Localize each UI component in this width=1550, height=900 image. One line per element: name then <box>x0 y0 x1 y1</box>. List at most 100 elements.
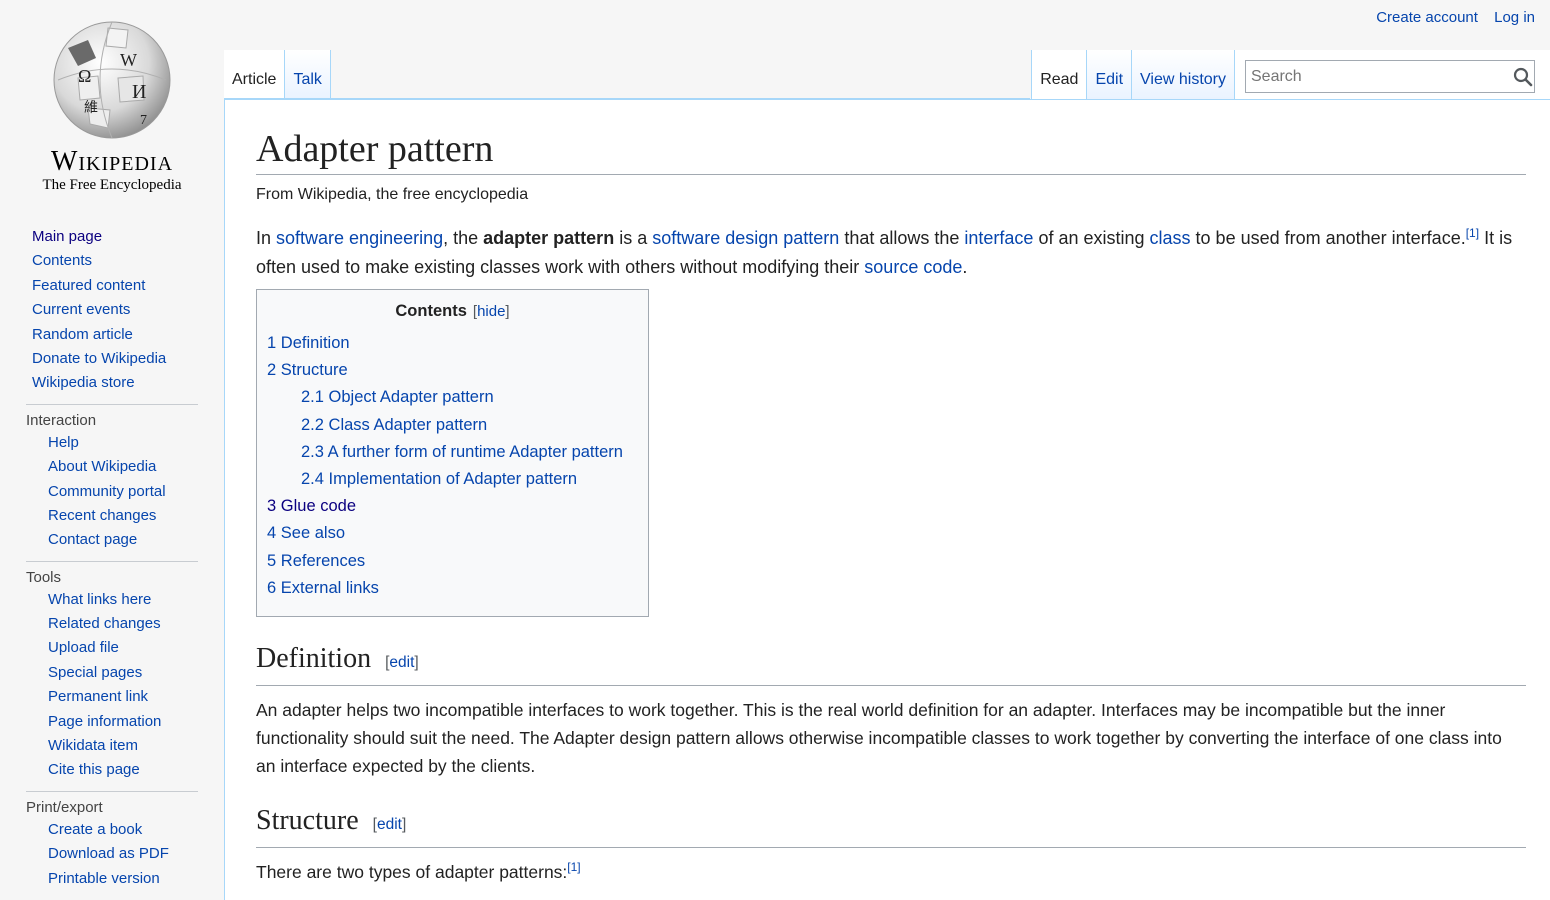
sidebar-item-random-article[interactable]: Random article <box>32 323 224 347</box>
edit-section-link[interactable]: edit <box>389 654 414 671</box>
toc-item[interactable]: 2 Structure <box>267 357 638 384</box>
sidebar-item-featured-content[interactable]: Featured content <box>32 274 224 298</box>
edit-section[interactable]: [edit] <box>373 816 407 833</box>
toc-text[interactable]: Structure <box>281 361 348 379</box>
magnifier-icon[interactable] <box>1512 66 1534 88</box>
sidebar-link[interactable]: Download as PDF <box>48 845 169 862</box>
reference-link[interactable]: [1] <box>567 860 580 874</box>
sidebar-item-help[interactable]: Help <box>48 431 224 455</box>
tab-view-history-label[interactable]: View history <box>1140 71 1226 88</box>
toc-number: 5 <box>267 551 277 570</box>
sidebar-item-cite-this-page[interactable]: Cite this page <box>48 758 224 782</box>
sidebar-link[interactable]: Page information <box>48 713 161 730</box>
edit-section-link[interactable]: edit <box>377 816 402 833</box>
toc-item[interactable]: 6 External links <box>267 575 638 602</box>
link-class[interactable]: class <box>1150 228 1191 248</box>
toc-text[interactable]: A further form of runtime Adapter patter… <box>328 443 623 461</box>
reference-link[interactable]: [1] <box>1466 226 1479 240</box>
tab-talk-label[interactable]: Talk <box>293 71 321 88</box>
toc-text[interactable]: External links <box>281 579 379 597</box>
toc-item[interactable]: 5 References <box>267 548 638 575</box>
sidebar-link[interactable]: Help <box>48 434 79 451</box>
wikipedia-logo[interactable]: Ω W И 維 7 Wikipedia The Free Encyclopedi… <box>0 0 224 210</box>
sidebar-item-printable-version[interactable]: Printable version <box>48 867 224 891</box>
sidebar-link[interactable]: Wikipedia store <box>32 374 135 391</box>
toc-list: 1 Definition 2 Structure 2.1 Object Adap… <box>267 330 638 602</box>
toc-toggle[interactable]: [hide] <box>473 303 510 320</box>
sidebar-link[interactable]: Permanent link <box>48 688 148 705</box>
edit-section[interactable]: [edit] <box>385 654 419 671</box>
sidebar-item-create-book[interactable]: Create a book <box>48 818 224 842</box>
sidebar-item-store[interactable]: Wikipedia store <box>32 371 224 395</box>
sidebar-item-about[interactable]: About Wikipedia <box>48 455 224 479</box>
sidebar-item-page-information[interactable]: Page information <box>48 710 224 734</box>
toc-item[interactable]: 3 Glue code <box>267 493 638 520</box>
sidebar-item-permanent-link[interactable]: Permanent link <box>48 685 224 709</box>
sidebar-link[interactable]: Cite this page <box>48 761 140 778</box>
link-interface[interactable]: interface <box>964 228 1033 248</box>
tab-article[interactable]: Article <box>224 50 286 99</box>
toc-text[interactable]: Class Adapter pattern <box>329 416 488 434</box>
toc-item[interactable]: 2.3 A further form of runtime Adapter pa… <box>267 439 638 466</box>
tab-read[interactable]: Read <box>1031 50 1088 99</box>
toc-text[interactable]: Definition <box>281 334 350 352</box>
sidebar-link[interactable]: Contact page <box>48 531 137 548</box>
sidebar-link[interactable]: Featured content <box>32 277 145 294</box>
text: of an existing <box>1033 228 1150 248</box>
sidebar-item-related-changes[interactable]: Related changes <box>48 612 224 636</box>
tab-edit-label[interactable]: Edit <box>1095 71 1123 88</box>
search-input[interactable] <box>1245 60 1535 93</box>
sidebar-link[interactable]: Random article <box>32 326 133 343</box>
link-software-design-pattern[interactable]: software design pattern <box>652 228 839 248</box>
sidebar-link[interactable]: Recent changes <box>48 507 156 524</box>
toc-text[interactable]: Glue code <box>281 497 356 515</box>
sidebar-item-wikidata-item[interactable]: Wikidata item <box>48 734 224 758</box>
sidebar-link[interactable]: What links here <box>48 591 151 608</box>
toc-item[interactable]: 2.2 Class Adapter pattern <box>267 412 638 439</box>
link-software-engineering[interactable]: software engineering <box>276 228 443 248</box>
sidebar-navigation: Main page Contents Featured content Curr… <box>0 225 224 396</box>
sidebar-link[interactable]: About Wikipedia <box>48 458 156 475</box>
sidebar-item-contents[interactable]: Contents <box>32 249 224 273</box>
sidebar-link[interactable]: Upload file <box>48 639 119 656</box>
page-title: Adapter pattern <box>256 126 1526 175</box>
table-of-contents: Contents [hide] 1 Definition 2 Structure … <box>256 289 649 617</box>
portal-heading: Interaction <box>26 411 97 429</box>
toc-item[interactable]: 4 See also <box>267 520 638 547</box>
sidebar-item-community-portal[interactable]: Community portal <box>48 480 224 504</box>
toc-item[interactable]: 2.1 Object Adapter pattern <box>267 384 638 411</box>
toc-text[interactable]: See also <box>281 524 345 542</box>
sidebar-item-what-links-here[interactable]: What links here <box>48 588 224 612</box>
sidebar-item-contact-page[interactable]: Contact page <box>48 528 224 552</box>
sidebar-link[interactable]: Printable version <box>48 870 160 887</box>
toc-text[interactable]: Object Adapter pattern <box>329 388 494 406</box>
sidebar-link[interactable]: Donate to Wikipedia <box>32 350 166 367</box>
tab-edit[interactable]: Edit <box>1087 50 1133 99</box>
link-source-code[interactable]: source code <box>864 257 962 277</box>
sidebar-link[interactable]: Related changes <box>48 615 161 632</box>
log-in-link[interactable]: Log in <box>1494 9 1535 26</box>
sidebar-item-current-events[interactable]: Current events <box>32 298 224 322</box>
sidebar-link[interactable]: Wikidata item <box>48 737 138 754</box>
sidebar-link[interactable]: Community portal <box>48 483 166 500</box>
sidebar-item-download-pdf[interactable]: Download as PDF <box>48 842 224 866</box>
toc-hide-link[interactable]: hide <box>477 303 505 320</box>
sidebar-link[interactable]: Main page <box>32 228 102 245</box>
create-account-link[interactable]: Create account <box>1376 9 1478 26</box>
toc-item[interactable]: 2.4 Implementation of Adapter pattern <box>267 466 638 493</box>
sidebar-item-donate[interactable]: Donate to Wikipedia <box>32 347 224 371</box>
sidebar-link[interactable]: Current events <box>32 301 130 318</box>
sidebar-item-special-pages[interactable]: Special pages <box>48 661 224 685</box>
portal-heading: Tools <box>26 568 62 586</box>
toc-text[interactable]: References <box>281 552 365 570</box>
tab-talk[interactable]: Talk <box>285 50 331 99</box>
tab-view-history[interactable]: View history <box>1132 50 1235 99</box>
sidebar-item-upload-file[interactable]: Upload file <box>48 636 224 660</box>
sidebar-link[interactable]: Special pages <box>48 664 142 681</box>
toc-item[interactable]: 1 Definition <box>267 330 638 357</box>
toc-text[interactable]: Implementation of Adapter pattern <box>329 470 578 488</box>
sidebar-link[interactable]: Create a book <box>48 821 142 838</box>
sidebar-item-main-page[interactable]: Main page <box>32 225 224 249</box>
sidebar-link[interactable]: Contents <box>32 252 92 269</box>
sidebar-item-recent-changes[interactable]: Recent changes <box>48 504 224 528</box>
